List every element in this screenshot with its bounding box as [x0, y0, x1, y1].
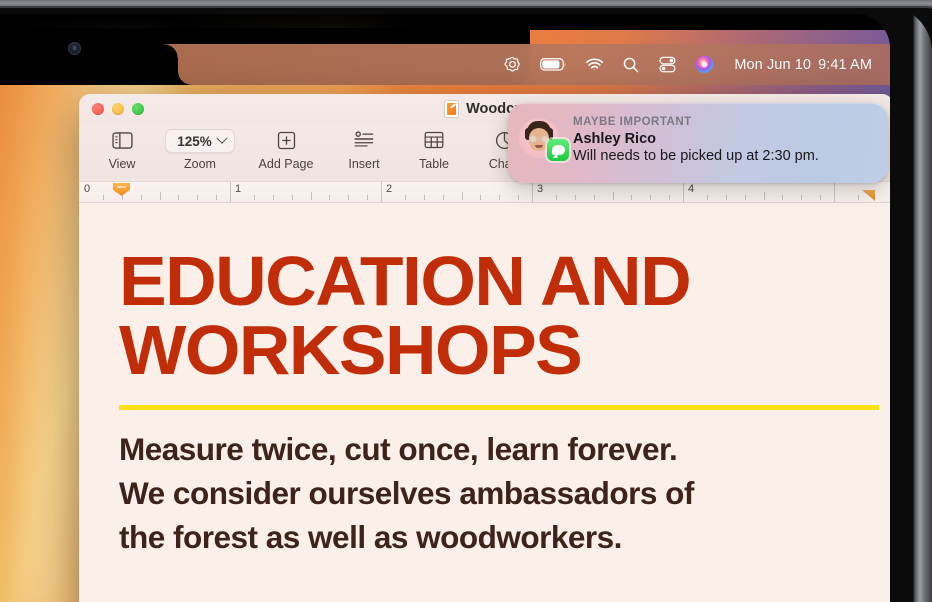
toolbar-label-view: View — [108, 157, 136, 171]
ruler-tick — [272, 195, 274, 200]
control-center-icon[interactable] — [503, 44, 522, 85]
insert-icon — [354, 127, 374, 153]
message-bubble-shape — [551, 145, 565, 155]
document-subheadline[interactable]: Measure twice, cut once, learn forever. … — [119, 427, 857, 559]
ruler-number-3: 3 — [537, 183, 544, 195]
ruler-tick — [140, 195, 142, 200]
ruler-tick — [574, 195, 576, 200]
ruler-tick — [253, 195, 255, 200]
ruler-major-tick — [381, 182, 382, 202]
notification-banner[interactable]: MAYBE IMPORTANT Ashley Rico Will needs t… — [508, 103, 888, 183]
ruler-tick — [367, 195, 369, 200]
close-button[interactable] — [92, 103, 104, 115]
ruler-number-4: 4 — [688, 183, 695, 195]
toolbar-label-insert: Insert — [348, 157, 380, 171]
toolbar-button-add-page[interactable]: Add Page — [243, 124, 329, 171]
menu-bar-date: Mon Jun 10 — [734, 56, 812, 73]
screen: Mon Jun 10 9:41 AM Woodcra View 125% Zoo… — [0, 14, 890, 602]
ruler-tick — [650, 195, 652, 200]
toolbar-label-table: Table — [419, 157, 449, 171]
ruler-tick — [744, 195, 746, 200]
ruler-tick — [763, 192, 765, 200]
control-center-sliders-icon[interactable] — [658, 44, 677, 85]
notification-content: MAYBE IMPORTANT Ashley Rico Will needs t… — [569, 115, 874, 183]
ruler-tick — [461, 192, 463, 200]
ruler-tick — [555, 195, 557, 200]
ruler-tick — [329, 195, 331, 200]
spotlight-search-icon[interactable] — [622, 44, 640, 85]
document-headline[interactable]: EDUCATION AND WORKSHOPS — [119, 246, 872, 386]
add-page-icon — [277, 127, 296, 153]
ruler-major-tick — [230, 182, 231, 202]
zoom-value: 125% — [177, 133, 212, 149]
ruler-tick — [178, 195, 180, 200]
toolbar-zoom-control[interactable]: 125% Zoom — [157, 124, 243, 171]
menu-bar: Mon Jun 10 9:41 AM — [164, 44, 890, 85]
ruler-tick — [801, 195, 803, 200]
camera-lens-dot-icon — [73, 46, 76, 50]
notification-category-label: MAYBE IMPORTANT — [573, 116, 692, 128]
document-divider-rule — [119, 404, 879, 410]
siri-icon[interactable] — [695, 44, 714, 85]
document-canvas[interactable]: EDUCATION AND WORKSHOPS Measure twice, c… — [79, 203, 890, 602]
toolbar-button-view[interactable]: View — [87, 124, 157, 171]
minimize-button[interactable] — [112, 103, 124, 115]
ruler-tick — [197, 195, 199, 200]
toolbar-button-table[interactable]: Table — [399, 124, 469, 171]
pages-document-icon — [444, 100, 460, 118]
notification-message: Will needs to be picked up at 2:30 pm. — [573, 148, 819, 164]
chevron-down-icon — [216, 132, 228, 144]
memoji-lens-left — [529, 135, 537, 143]
menu-bar-clock[interactable]: Mon Jun 10 9:41 AM — [734, 57, 872, 73]
ruler-number-2: 2 — [386, 183, 393, 195]
ruler-tick — [631, 195, 633, 200]
right-margin-marker[interactable] — [862, 190, 875, 201]
messages-icon — [547, 139, 569, 161]
ruler-number-1: 1 — [235, 183, 242, 195]
ruler-tick — [612, 192, 614, 200]
ruler-tick — [857, 195, 859, 200]
ruler-tick — [480, 195, 482, 200]
ruler-tick — [159, 192, 161, 200]
notch-left-fill — [0, 28, 178, 85]
ruler-tick — [216, 195, 218, 200]
wifi-icon[interactable] — [585, 44, 604, 85]
ruler-major-tick — [834, 182, 835, 202]
ruler-tick — [121, 195, 123, 200]
laptop-device: Mon Jun 10 9:41 AM Woodcra View 125% Zoo… — [0, 0, 932, 602]
ruler-tick — [518, 195, 520, 200]
document-ruler[interactable]: 0 1 2 3 4 — [79, 181, 890, 203]
toolbar-label-add-page: Add Page — [258, 157, 314, 171]
sidebar-icon — [111, 127, 133, 153]
ruler-major-tick — [532, 182, 533, 202]
ruler-tick — [499, 195, 501, 200]
toolbar-button-insert[interactable]: Insert — [329, 124, 399, 171]
ruler-tick — [725, 195, 727, 200]
ruler-tick — [102, 195, 104, 200]
ruler-tick — [820, 195, 822, 200]
zoom-fullscreen-button[interactable] — [132, 103, 144, 115]
ruler-tick — [310, 192, 312, 200]
table-icon — [424, 127, 444, 153]
ruler-number-0: 0 — [84, 183, 91, 195]
zoom-select[interactable]: 125% — [165, 129, 235, 153]
ruler-tick — [423, 195, 425, 200]
toolbar-label-zoom: Zoom — [184, 157, 216, 171]
battery-icon[interactable] — [540, 44, 567, 85]
ruler-tick — [593, 195, 595, 200]
ruler-tick — [348, 195, 350, 200]
window-traffic-lights — [79, 103, 144, 115]
menu-bar-time: 9:41 AM — [818, 56, 872, 73]
ruler-tick — [404, 195, 406, 200]
ruler-tick — [442, 195, 444, 200]
first-line-indent-marker[interactable] — [113, 183, 130, 196]
ruler-major-tick — [683, 182, 684, 202]
notification-avatar-group — [519, 115, 569, 183]
ruler-tick — [706, 195, 708, 200]
notification-sender: Ashley Rico — [573, 131, 656, 147]
ruler-tick — [291, 195, 293, 200]
ruler-tick — [782, 195, 784, 200]
ruler-tick — [669, 195, 671, 200]
